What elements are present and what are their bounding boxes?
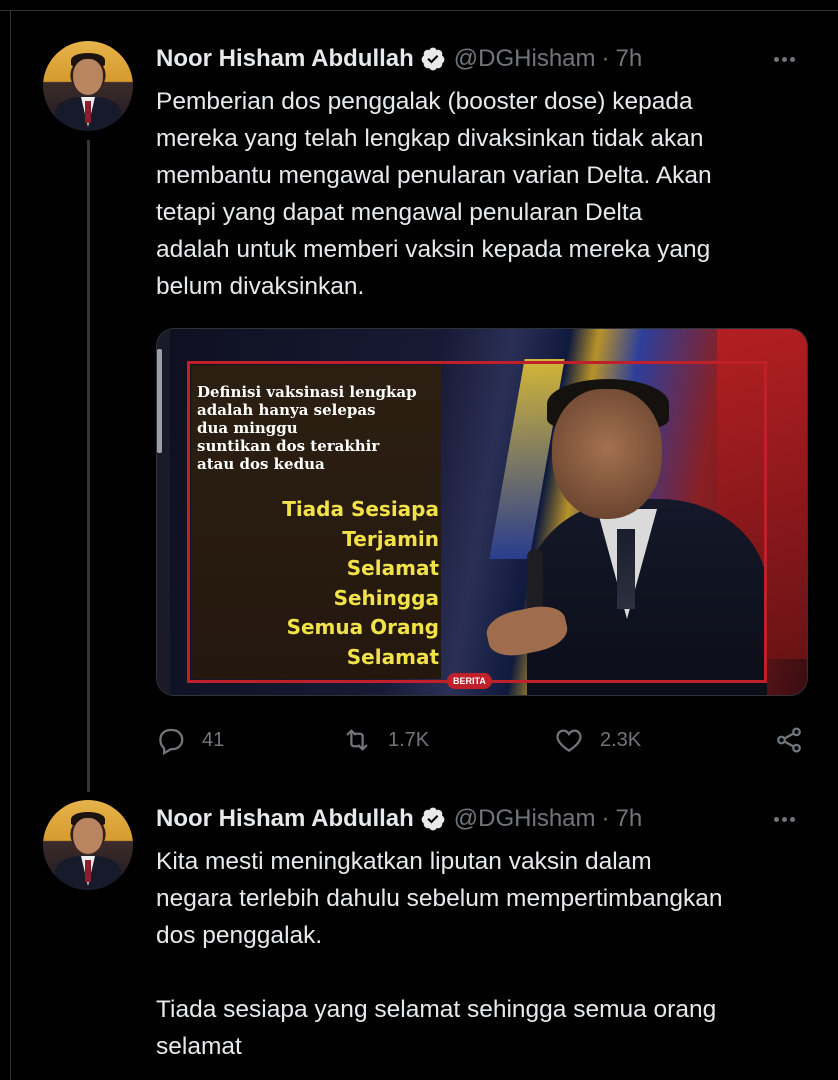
- tweet-text-line: selamat: [156, 1033, 242, 1060]
- more-dots-icon[interactable]: [774, 44, 795, 74]
- definition-line: atau dos kedua: [197, 455, 325, 473]
- slogan-line: Tiada Sesiapa: [282, 497, 439, 521]
- definition-line: dua minggu: [197, 419, 298, 437]
- tweet-text-line: adalah untuk memberi vaksin kepada merek…: [156, 236, 711, 263]
- media-slogan: Tiada Sesiapa Terjamin Selamat Sehingga …: [217, 495, 439, 672]
- share-button[interactable]: [774, 722, 804, 758]
- like-button[interactable]: 2.3K: [554, 722, 641, 758]
- tweet-text-line: Kita mesti meningkatkan liputan vaksin d…: [156, 848, 652, 875]
- left-divider: [10, 10, 11, 1080]
- verified-badge-icon: [421, 47, 445, 71]
- timestamp[interactable]: 7h: [616, 805, 643, 833]
- slogan-line: Terjamin: [342, 526, 439, 551]
- media-edge-strip: [157, 349, 162, 453]
- like-count: 2.3K: [600, 728, 642, 751]
- retweet-icon: [346, 729, 368, 751]
- tweet-media-image[interactable]: Definisi vaksinasi lengkap adalah hanya …: [156, 328, 808, 696]
- tweet-text-line: negara terlebih dahulu sebelum mempertim…: [156, 885, 723, 912]
- retweet-count: 1.7K: [388, 728, 430, 751]
- definition-line: adalah hanya selepas: [197, 401, 376, 419]
- separator-dot: ·: [601, 45, 610, 72]
- media-definition-text: Definisi vaksinasi lengkap adalah hanya …: [197, 383, 417, 473]
- separator-dot: ·: [601, 805, 610, 832]
- avatar[interactable]: [43, 41, 133, 131]
- author-handle[interactable]: @DGHisham: [454, 805, 596, 833]
- thread-connector-line: [87, 140, 90, 792]
- author-handle[interactable]: @DGHisham: [454, 45, 596, 73]
- slogan-line: Semua Orang: [286, 615, 439, 639]
- author-name[interactable]: Noor Hisham Abdullah: [156, 45, 414, 73]
- heart-icon: [556, 729, 582, 752]
- definition-line: Definisi vaksinasi lengkap: [197, 383, 417, 401]
- slogan-line: Sehingga: [333, 585, 439, 610]
- verified-badge-icon: [421, 807, 445, 831]
- author-name[interactable]: Noor Hisham Abdullah: [156, 805, 414, 833]
- retweet-button[interactable]: 1.7K: [342, 722, 429, 758]
- reply-button[interactable]: 41: [156, 722, 224, 758]
- tweet-text-line: tetapi yang dapat mengawal penularan Del…: [156, 199, 643, 226]
- timestamp[interactable]: 7h: [616, 45, 643, 73]
- more-dots-icon[interactable]: [774, 804, 795, 834]
- definition-line: suntikan dos terakhir: [197, 437, 380, 455]
- tweet-text-line: dos penggalak.: [156, 922, 323, 949]
- reply-count: 41: [202, 728, 225, 751]
- tweet-actions: 41 1.7K 2.3K: [156, 722, 816, 758]
- tweet-text-line: membantu mengawal penularan varian Delta…: [156, 162, 712, 189]
- tweet-text-line: mereka yang telah lengkap divaksinkan ti…: [156, 125, 704, 152]
- avatar[interactable]: [43, 800, 133, 890]
- tweet-header: Noor Hisham Abdullah @DGHisham · 7h: [156, 44, 642, 74]
- tweet-text-line: belum divaksinkan.: [156, 273, 365, 300]
- tweet-text-line: Tiada sesiapa yang selamat sehingga semu…: [156, 996, 717, 1023]
- tweet-text: Kita mesti meningkatkan liputan vaksin d…: [156, 843, 816, 1065]
- berita-logo: BERITA: [447, 673, 492, 689]
- tweet-text: Pemberian dos penggalak (booster dose) k…: [156, 83, 816, 305]
- slogan-line: Selamat: [346, 644, 439, 669]
- reply-icon: [159, 728, 184, 755]
- share-icon: [777, 727, 801, 753]
- slogan-line: Selamat: [346, 556, 439, 580]
- tweet-header: Noor Hisham Abdullah @DGHisham · 7h: [156, 804, 642, 834]
- top-divider: [0, 0, 838, 11]
- tweet-text-line: Pemberian dos penggalak (booster dose) k…: [156, 88, 693, 115]
